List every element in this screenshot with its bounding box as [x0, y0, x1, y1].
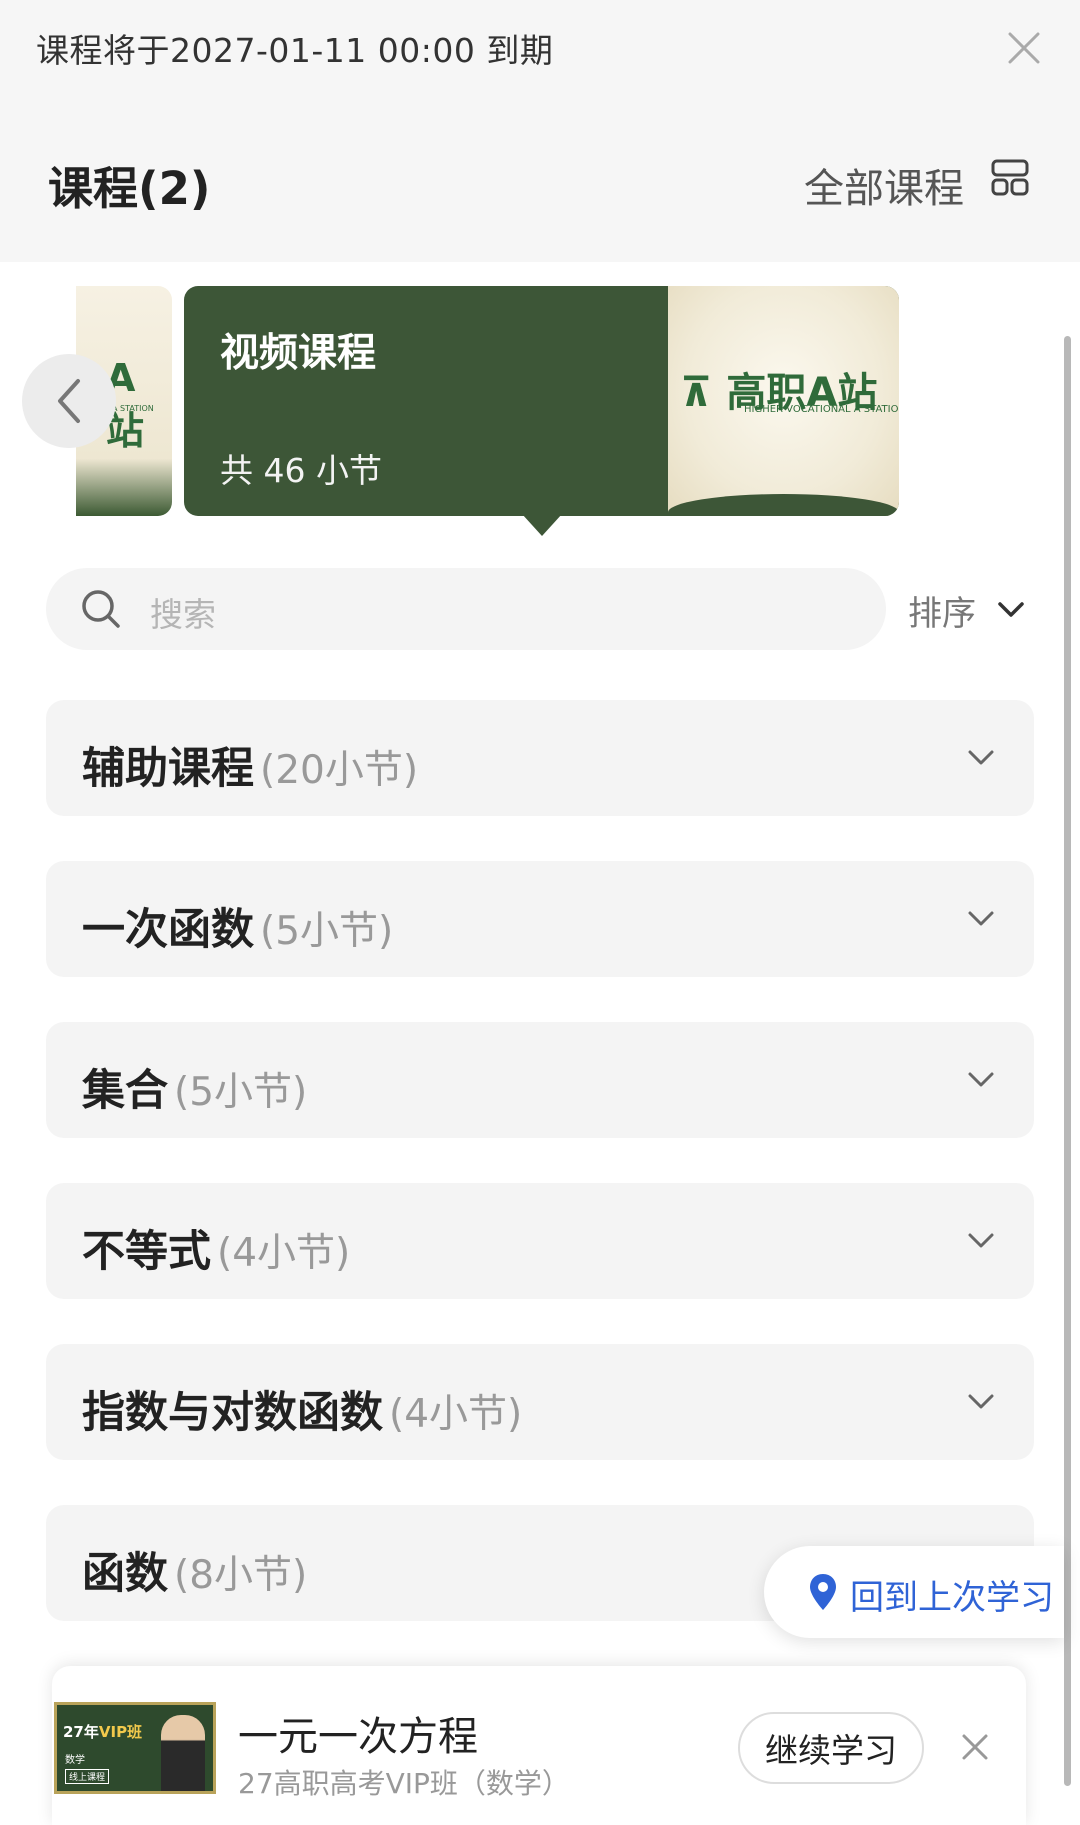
card-title: 视频课程	[220, 331, 377, 376]
return-label: 回到上次学习	[850, 1578, 1054, 1618]
section-name: 指数与对数函数	[82, 1388, 383, 1438]
section-name: 函数	[82, 1549, 168, 1599]
card-thumbnail: ⊼ 高职A站 HIGHER VOCATIONAL A STATION	[668, 286, 899, 516]
section-count: (5小节)	[174, 1070, 308, 1115]
brand-logo-subtitle: HIGHER VOCATIONAL A STATION	[744, 404, 899, 415]
section-title: 集合 (5小节)	[82, 1056, 307, 1118]
top-panel: 课程将于2027-01-11 00:00 到期 课程(2) 全部课程	[0, 0, 1080, 262]
section-count: (5小节)	[260, 909, 394, 954]
search-input[interactable]: 搜索	[46, 568, 886, 650]
mini-player[interactable]: 27年VIP班 数学 线上课程 一元一次方程 27高职高考VIP班（数学） 继续…	[52, 1666, 1026, 1825]
section-count: (4小节)	[389, 1392, 523, 1437]
section-name: 辅助课程	[82, 744, 254, 794]
sort-button[interactable]: 排序	[908, 586, 976, 635]
search-placeholder: 搜索	[150, 595, 216, 634]
continue-learning-button[interactable]: 继续学习	[738, 1712, 924, 1784]
grid-view-icon[interactable]	[990, 158, 1030, 198]
lesson-title: 一元一次方程	[238, 1714, 478, 1760]
thumb-subject: 数学	[65, 1755, 85, 1766]
location-pin-icon	[810, 1574, 836, 1610]
all-courses-link[interactable]: 全部课程	[804, 156, 964, 214]
section-item[interactable]: 辅助课程 (20小节)	[46, 700, 1034, 816]
chevron-down-icon[interactable]	[964, 1062, 998, 1096]
section-count: (4小节)	[217, 1231, 351, 1276]
teacher-figure	[161, 1715, 205, 1791]
chevron-down-icon[interactable]	[964, 740, 998, 774]
thumb-badge: 27年VIP班	[63, 1721, 142, 1742]
course-card-video[interactable]: 视频课程 共 46 小节 ⊼ 高职A站 HIGHER VOCATIONAL A …	[184, 286, 899, 516]
search-icon	[82, 590, 120, 628]
peek-sub-text: A STATION	[112, 404, 154, 413]
course-subtitle: 27高职高考VIP班（数学）	[238, 1767, 570, 1800]
close-icon[interactable]	[958, 1730, 992, 1764]
section-title: 不等式 (4小节)	[82, 1217, 350, 1279]
card-pointer-arrow	[522, 514, 562, 536]
return-last-study-button[interactable]: 回到上次学习	[764, 1546, 1064, 1638]
page-title: 课程(2)	[48, 162, 211, 215]
close-icon[interactable]	[1000, 24, 1048, 72]
section-count: (8小节)	[174, 1553, 308, 1598]
thumb-tag: 线上课程	[65, 1769, 110, 1784]
section-title: 指数与对数函数 (4小节)	[82, 1378, 522, 1440]
section-item[interactable]: 集合 (5小节)	[46, 1022, 1034, 1138]
chevron-down-icon[interactable]	[964, 1384, 998, 1418]
section-count: (20小节)	[260, 748, 419, 793]
section-name: 一次函数	[82, 905, 254, 955]
course-thumbnail: 27年VIP班 数学 线上课程	[54, 1702, 216, 1794]
book-logo-icon: ⊼	[680, 370, 713, 416]
scrollbar[interactable]	[1064, 336, 1071, 1786]
chevron-down-icon[interactable]	[964, 1223, 998, 1257]
card-lesson-count: 共 46 小节	[220, 451, 382, 490]
section-item[interactable]: 指数与对数函数 (4小节)	[46, 1344, 1034, 1460]
section-name: 不等式	[82, 1227, 211, 1277]
chevron-down-icon[interactable]	[996, 594, 1026, 624]
section-item[interactable]: 一次函数 (5小节)	[46, 861, 1034, 977]
thumb-badge-vip: VIP班	[98, 1723, 143, 1741]
carousel-prev-button[interactable]	[22, 354, 116, 448]
thumb-badge-year: 27年	[63, 1723, 99, 1741]
section-name: 集合	[82, 1066, 168, 1116]
section-title: 函数 (8小节)	[82, 1539, 307, 1601]
section-item[interactable]: 不等式 (4小节)	[46, 1183, 1034, 1299]
section-title: 一次函数 (5小节)	[82, 895, 393, 957]
chevron-down-icon[interactable]	[964, 901, 998, 935]
section-title: 辅助课程 (20小节)	[82, 734, 418, 796]
chevron-left-icon	[58, 379, 80, 423]
expiry-notice: 课程将于2027-01-11 00:00 到期	[36, 31, 554, 70]
